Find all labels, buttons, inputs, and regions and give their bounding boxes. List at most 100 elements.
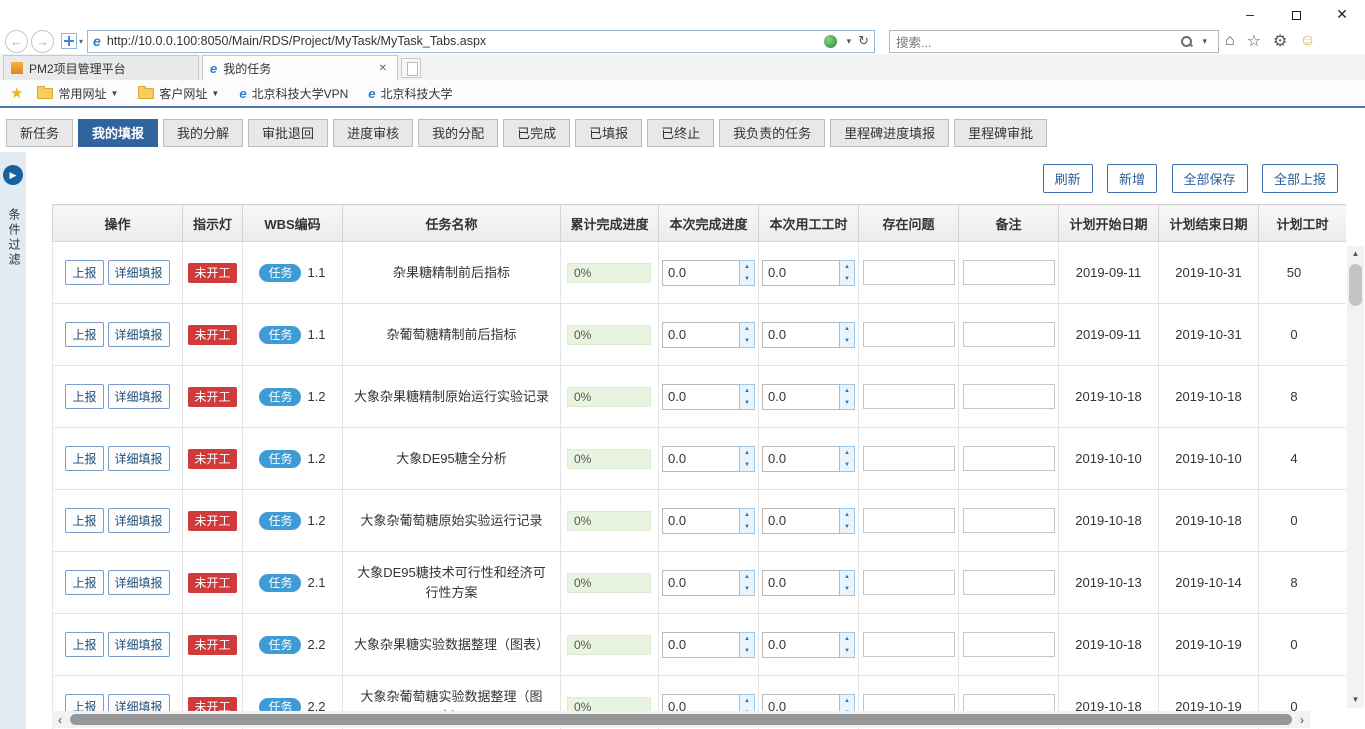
remark-input[interactable] bbox=[963, 508, 1055, 533]
spin-down-icon[interactable]: ▼ bbox=[740, 335, 754, 347]
report-button[interactable]: 上报 bbox=[65, 508, 103, 533]
number-spinner[interactable]: ▲▼ bbox=[840, 508, 855, 534]
current-progress-input[interactable] bbox=[662, 446, 740, 472]
scroll-left-icon[interactable]: ‹ bbox=[52, 713, 68, 727]
number-spinner[interactable]: ▲▼ bbox=[840, 632, 855, 658]
remark-input[interactable] bbox=[963, 384, 1055, 409]
issue-input[interactable] bbox=[863, 508, 955, 533]
current-progress-input[interactable] bbox=[662, 632, 740, 658]
number-spinner[interactable]: ▲▼ bbox=[740, 384, 755, 410]
spin-down-icon[interactable]: ▼ bbox=[840, 273, 854, 285]
current-hours-input[interactable] bbox=[762, 322, 840, 348]
report-button[interactable]: 上报 bbox=[65, 446, 103, 471]
vertical-scrollbar[interactable]: ▲ ▼ bbox=[1347, 246, 1364, 708]
spin-down-icon[interactable]: ▼ bbox=[740, 583, 754, 595]
spin-down-icon[interactable]: ▼ bbox=[840, 583, 854, 595]
settings-gear-icon[interactable]: ⚙ bbox=[1273, 31, 1287, 51]
tab-approval-returned[interactable]: 审批退回 bbox=[248, 119, 328, 147]
spin-up-icon[interactable]: ▲ bbox=[840, 509, 854, 521]
remark-input[interactable] bbox=[963, 322, 1055, 347]
remark-input[interactable] bbox=[963, 446, 1055, 471]
spin-up-icon[interactable]: ▲ bbox=[740, 261, 754, 273]
remark-input[interactable] bbox=[963, 632, 1055, 657]
spin-up-icon[interactable]: ▲ bbox=[740, 447, 754, 459]
tab-milestone-progress-report[interactable]: 里程碑进度填报 bbox=[830, 119, 949, 147]
detail-fill-button[interactable]: 详细填报 bbox=[108, 570, 170, 595]
vertical-scroll-thumb[interactable] bbox=[1349, 264, 1362, 306]
fav-ustb[interactable]: e 北京科技大学 bbox=[368, 85, 452, 102]
number-spinner[interactable]: ▲▼ bbox=[840, 260, 855, 286]
tab-close-icon[interactable]: ✕ bbox=[376, 61, 390, 76]
quick-tabs-dropdown-icon[interactable]: ▾ bbox=[79, 37, 83, 46]
number-spinner[interactable]: ▲▼ bbox=[740, 632, 755, 658]
current-progress-input[interactable] bbox=[662, 508, 740, 534]
new-tab-button[interactable] bbox=[401, 58, 421, 78]
quick-tabs-icon[interactable] bbox=[61, 33, 77, 49]
favorites-icon[interactable]: ☆ bbox=[1247, 31, 1261, 51]
spin-up-icon[interactable]: ▲ bbox=[840, 447, 854, 459]
spin-up-icon[interactable]: ▲ bbox=[840, 261, 854, 273]
detail-fill-button[interactable]: 详细填报 bbox=[108, 260, 170, 285]
expand-filter-button[interactable]: ▶ bbox=[3, 165, 23, 185]
number-spinner[interactable]: ▲▼ bbox=[740, 260, 755, 286]
issue-input[interactable] bbox=[863, 570, 955, 595]
current-hours-input[interactable] bbox=[762, 384, 840, 410]
maximize-button[interactable] bbox=[1273, 0, 1319, 28]
current-hours-input[interactable] bbox=[762, 632, 840, 658]
tab-my-breakdown[interactable]: 我的分解 bbox=[163, 119, 243, 147]
report-button[interactable]: 上报 bbox=[65, 384, 103, 409]
tab-milestone-approval[interactable]: 里程碑审批 bbox=[954, 119, 1047, 147]
scroll-down-icon[interactable]: ▼ bbox=[1347, 692, 1364, 708]
add-button[interactable]: 新增 bbox=[1107, 164, 1157, 193]
number-spinner[interactable]: ▲▼ bbox=[740, 508, 755, 534]
save-all-button[interactable]: 全部保存 bbox=[1172, 164, 1248, 193]
issue-input[interactable] bbox=[863, 384, 955, 409]
address-bar[interactable]: e http://10.0.0.100:8050/Main/RDS/Projec… bbox=[87, 30, 875, 53]
url-text[interactable]: http://10.0.0.100:8050/Main/RDS/Project/… bbox=[107, 34, 819, 48]
horizontal-scroll-thumb[interactable] bbox=[70, 714, 1292, 725]
tab-my-assignment[interactable]: 我的分配 bbox=[418, 119, 498, 147]
scroll-up-icon[interactable]: ▲ bbox=[1347, 246, 1364, 262]
horizontal-scrollbar[interactable]: ‹ › bbox=[52, 711, 1310, 728]
tab-progress-review[interactable]: 进度审核 bbox=[333, 119, 413, 147]
back-button[interactable]: ← bbox=[5, 30, 28, 53]
detail-fill-button[interactable]: 详细填报 bbox=[108, 446, 170, 471]
current-progress-input[interactable] bbox=[662, 322, 740, 348]
browser-tab-my-tasks[interactable]: e 我的任务 ✕ bbox=[202, 55, 398, 80]
spin-up-icon[interactable]: ▲ bbox=[840, 633, 854, 645]
tab-completed[interactable]: 已完成 bbox=[503, 119, 570, 147]
current-hours-input[interactable] bbox=[762, 508, 840, 534]
issue-input[interactable] bbox=[863, 322, 955, 347]
report-button[interactable]: 上报 bbox=[65, 260, 103, 285]
spin-up-icon[interactable]: ▲ bbox=[840, 695, 854, 707]
feedback-smiley-icon[interactable]: ☺ bbox=[1299, 32, 1315, 50]
browser-tab-pm2[interactable]: PM2项目管理平台 bbox=[3, 55, 199, 80]
tab-my-responsible-tasks[interactable]: 我负责的任务 bbox=[719, 119, 825, 147]
submit-all-button[interactable]: 全部上报 bbox=[1262, 164, 1338, 193]
current-hours-input[interactable] bbox=[762, 446, 840, 472]
detail-fill-button[interactable]: 详细填报 bbox=[108, 322, 170, 347]
number-spinner[interactable]: ▲▼ bbox=[840, 384, 855, 410]
spin-down-icon[interactable]: ▼ bbox=[740, 459, 754, 471]
address-dropdown-icon[interactable]: ▾ bbox=[847, 36, 852, 47]
fav-customer-sites[interactable]: 客户网址 ▼ bbox=[138, 85, 219, 102]
spin-up-icon[interactable]: ▲ bbox=[740, 323, 754, 335]
current-progress-input[interactable] bbox=[662, 570, 740, 596]
remark-input[interactable] bbox=[963, 570, 1055, 595]
home-icon[interactable]: ⌂ bbox=[1225, 32, 1235, 50]
spin-down-icon[interactable]: ▼ bbox=[840, 645, 854, 657]
tab-new-task[interactable]: 新任务 bbox=[6, 119, 73, 147]
report-button[interactable]: 上报 bbox=[65, 322, 103, 347]
forward-button[interactable]: → bbox=[31, 30, 54, 53]
spin-down-icon[interactable]: ▼ bbox=[740, 521, 754, 533]
spin-up-icon[interactable]: ▲ bbox=[740, 509, 754, 521]
number-spinner[interactable]: ▲▼ bbox=[740, 322, 755, 348]
fav-ustb-vpn[interactable]: e 北京科技大学VPN bbox=[239, 85, 348, 102]
detail-fill-button[interactable]: 详细填报 bbox=[108, 632, 170, 657]
refresh-button[interactable]: ↻ bbox=[858, 33, 869, 49]
number-spinner[interactable]: ▲▼ bbox=[840, 570, 855, 596]
minimize-button[interactable]: – bbox=[1227, 0, 1273, 28]
tab-reported[interactable]: 已填报 bbox=[575, 119, 642, 147]
number-spinner[interactable]: ▲▼ bbox=[840, 322, 855, 348]
detail-fill-button[interactable]: 详细填报 bbox=[108, 384, 170, 409]
